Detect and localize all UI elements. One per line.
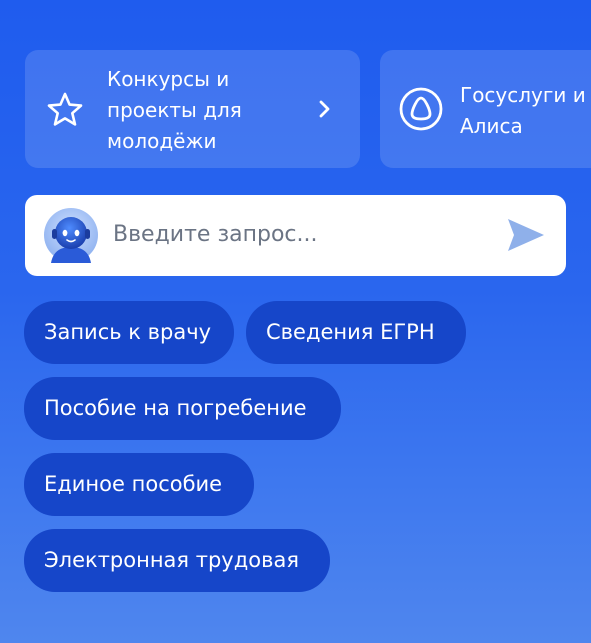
search-bar[interactable]: Введите запрос...: [25, 195, 566, 276]
star-icon: [47, 92, 83, 126]
alice-icon: [399, 87, 443, 131]
chip-doctor-appointment[interactable]: Запись к врачу: [24, 301, 234, 364]
card-gosuslugi-alice[interactable]: Госуслуги и Алиса: [380, 50, 591, 168]
chip-egrn-info[interactable]: Сведения ЕГРН: [246, 301, 466, 364]
search-input[interactable]: Введите запрос...: [113, 220, 318, 250]
card-youth-label: Конкурсы и проекты для молодёжи: [107, 67, 242, 153]
chip-electronic-workbook[interactable]: Электронная трудовая: [24, 529, 330, 592]
chip-burial-allowance[interactable]: Пособие на погребение: [24, 377, 341, 440]
chevron-right-icon: [319, 100, 330, 118]
card-youth-contests[interactable]: Конкурсы и проекты для молодёжи: [25, 50, 360, 168]
send-icon[interactable]: [506, 217, 546, 253]
robot-avatar-icon: [44, 208, 98, 263]
chip-unified-allowance[interactable]: Единое пособие: [24, 453, 254, 516]
card-alice-label: Госуслуги и Алиса: [460, 83, 586, 138]
